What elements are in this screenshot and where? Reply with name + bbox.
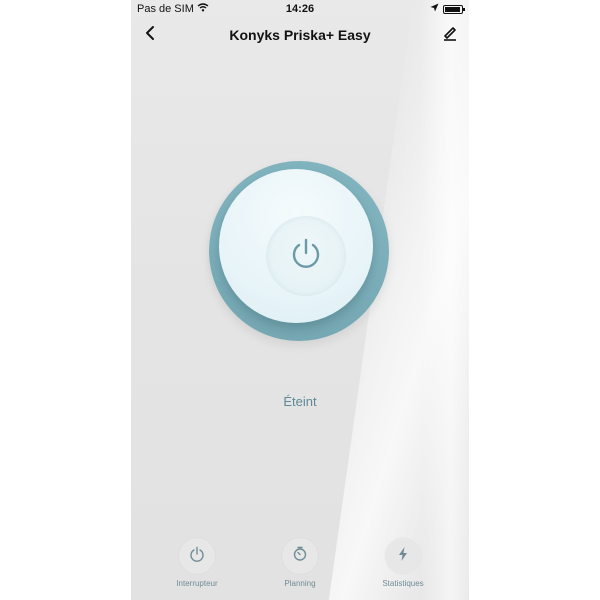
tab-label: Planning	[284, 579, 316, 588]
tab-label: Interrupteur	[176, 579, 218, 588]
clock: 14:26	[285, 3, 315, 15]
location-arrow-icon	[430, 3, 439, 15]
chevron-left-icon	[144, 25, 156, 46]
power-button-face	[219, 169, 373, 323]
back-button[interactable]	[139, 24, 161, 46]
battery-icon	[443, 4, 465, 14]
tab-label: Statistiques	[382, 579, 424, 588]
tab-planning[interactable]: Planning	[255, 538, 345, 588]
power-button-core	[266, 216, 346, 296]
status-bar: Pas de SIM 14:26	[131, 0, 469, 16]
tab-icon-container	[179, 538, 215, 574]
tab-interrupteur[interactable]: Interrupteur	[152, 538, 242, 588]
page-title: Konyks Priska+ Easy	[229, 27, 371, 43]
tab-statistiques[interactable]: Statistiques	[358, 538, 448, 588]
power-state-label: Éteint	[283, 394, 317, 409]
tab-icon-container	[282, 538, 318, 574]
light-streak-decoration	[421, 0, 469, 600]
power-toggle-button[interactable]	[209, 161, 389, 341]
navigation-bar: Konyks Priska+ Easy	[131, 20, 469, 50]
pencil-icon	[442, 25, 458, 46]
power-icon	[189, 546, 205, 567]
bottom-tab-bar: Interrupteur Planning Statistiques	[131, 538, 469, 598]
timer-icon	[292, 546, 308, 567]
lightning-icon	[395, 546, 411, 567]
power-icon	[288, 236, 324, 277]
app-screen: Pas de SIM 14:26 Konyks Priska+ Easy Éte…	[131, 0, 469, 600]
tab-icon-container	[385, 538, 421, 574]
status-right-group	[430, 3, 465, 15]
edit-button[interactable]	[439, 24, 461, 46]
